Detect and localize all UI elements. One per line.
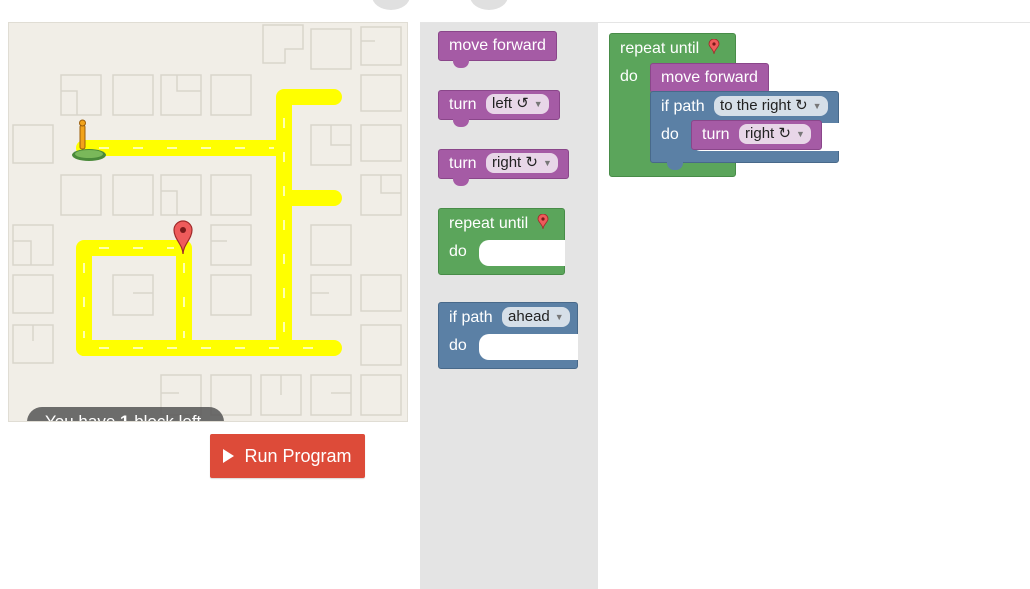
- turn-direction-dropdown[interactable]: right ↻ ▼: [486, 153, 558, 173]
- play-icon: [223, 449, 235, 463]
- do-label: do: [620, 68, 638, 85]
- if-path-label: if path: [661, 98, 705, 115]
- header-button-a[interactable]: [372, 0, 410, 10]
- do-label: do: [449, 337, 467, 354]
- turn-label: turn: [449, 155, 477, 172]
- path-direction-value: to the right ↻: [720, 97, 808, 114]
- if-path-label: if path: [449, 309, 493, 326]
- dropdown-arrow-icon: ▼: [542, 158, 552, 168]
- turn-label: turn: [449, 96, 477, 113]
- dropdown-arrow-icon: ▼: [812, 101, 822, 111]
- turn-direction-dropdown[interactable]: left ↺ ▼: [486, 94, 549, 114]
- turn-direction-value: right ↻: [745, 125, 791, 142]
- workspace-move-forward-block[interactable]: move forward: [650, 63, 769, 93]
- repeat-until-label: repeat until: [620, 40, 700, 57]
- toolbox-repeat-until-block[interactable]: repeat until do: [438, 208, 565, 275]
- turn-direction-value: left ↺: [492, 95, 529, 112]
- map-marker-icon: [173, 220, 193, 255]
- dropdown-arrow-icon: ▼: [533, 99, 543, 109]
- blocks-left-suffix: block left.: [129, 412, 207, 422]
- turn-direction-value: right ↻: [492, 154, 538, 171]
- do-label: do: [449, 243, 467, 260]
- maze-canvas: You have 1 block left.: [8, 22, 408, 422]
- turn-direction-dropdown[interactable]: right ↻ ▼: [739, 124, 811, 144]
- toolbox-turn-right-block[interactable]: turn right ↻ ▼: [438, 149, 569, 186]
- statement-slot[interactable]: [479, 334, 578, 360]
- turn-label: turn: [702, 126, 730, 143]
- pegman-icon: [72, 119, 106, 161]
- dropdown-arrow-icon: ▼: [795, 129, 805, 139]
- map-marker-icon: [537, 214, 549, 230]
- dropdown-arrow-icon: ▼: [554, 312, 564, 322]
- blocks-left-prefix: You have: [45, 412, 120, 422]
- move-forward-label: move forward: [449, 37, 546, 54]
- repeat-until-header: repeat until: [439, 209, 549, 241]
- run-program-button[interactable]: Run Program: [210, 434, 365, 478]
- workspace-turn-right-block[interactable]: turn right ↻ ▼: [691, 120, 822, 150]
- toolbox-move-forward-block[interactable]: move forward: [438, 31, 557, 68]
- blocks-left-message: You have 1 block left.: [27, 407, 225, 422]
- if-path-header: if path ahead ▼: [439, 303, 570, 335]
- statement-slot[interactable]: [479, 240, 565, 266]
- run-program-label: Run Program: [244, 445, 352, 466]
- header-button-b[interactable]: [470, 0, 508, 10]
- toolbox-turn-left-block[interactable]: turn left ↺ ▼: [438, 90, 560, 127]
- path-direction-value: ahead: [508, 308, 550, 325]
- path-direction-dropdown[interactable]: ahead ▼: [502, 307, 570, 327]
- map-marker-icon: [708, 39, 720, 55]
- move-forward-label: move forward: [661, 69, 758, 86]
- toolbox-if-path-block[interactable]: if path ahead ▼ do: [438, 302, 578, 369]
- maze-map: [12, 24, 402, 416]
- do-label: do: [661, 126, 679, 143]
- repeat-until-label: repeat until: [449, 215, 529, 232]
- repeat-until-header: repeat until: [610, 34, 720, 66]
- path-direction-dropdown[interactable]: to the right ↻ ▼: [714, 96, 828, 116]
